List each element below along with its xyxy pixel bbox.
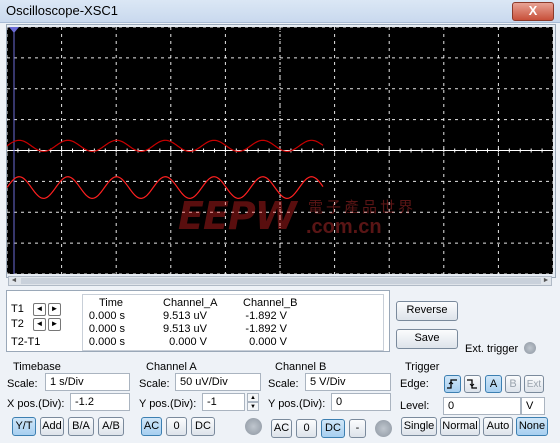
channel-b-terminal-icon[interactable] (375, 420, 392, 437)
t2-channel-b: -1.892 V (245, 323, 287, 335)
trigger-normal-button[interactable]: Normal (440, 417, 480, 436)
t2-t1-channel-b: 0.000 V (249, 336, 287, 348)
scroll-right-icon[interactable]: ► (541, 277, 551, 285)
t1-label: T1 (11, 303, 24, 315)
channel-a-ypos-label: Y pos.(Div): (139, 398, 197, 410)
t2-t1-label: T2-T1 (11, 336, 41, 348)
t2-t1-channel-a: 0.000 V (169, 336, 207, 348)
scope-screen (6, 26, 554, 275)
trigger-single-button[interactable]: Single (401, 417, 437, 436)
channel-b-ypos-field[interactable]: 0 (331, 393, 391, 411)
header-time: Time (99, 297, 124, 309)
ext-trigger-label: Ext. trigger (465, 343, 519, 355)
t1-left-arrow-icon[interactable]: ◄ (33, 303, 46, 316)
trigger-level-label: Level: (400, 400, 430, 412)
timebase-xpos-label: X pos.(Div): (7, 398, 65, 410)
trigger-falling-edge-button[interactable] (464, 375, 481, 393)
channel-a-trace (6, 176, 324, 199)
channel-a-scale-label: Scale: (139, 378, 170, 390)
channel-a-ypos-down-icon[interactable]: ▼ (247, 402, 259, 411)
trigger-rising-edge-button[interactable] (444, 375, 461, 393)
mode-yt-button[interactable]: Y/T (12, 417, 36, 436)
timebase-xpos-field[interactable]: -1.2 (70, 393, 130, 411)
t2-channel-a: 9.513 uV (162, 323, 207, 335)
trigger-level-unit[interactable]: V (521, 397, 545, 415)
t2-t1-time: 0.000 s (88, 336, 125, 348)
scroll-thumb[interactable] (21, 278, 541, 284)
t2-left-arrow-icon[interactable]: ◄ (33, 318, 46, 331)
t1-channel-b: -1.892 V (245, 310, 287, 322)
save-button[interactable]: Save (396, 329, 458, 349)
channel-a-ypos-field[interactable]: -1 (202, 393, 245, 411)
channel-a-title: Channel A (146, 361, 197, 373)
timebase-title: Timebase (13, 361, 61, 373)
channel-b-trace (6, 139, 324, 153)
channel-b-minus-button[interactable]: - (349, 419, 366, 438)
mode-a-over-b-button[interactable]: A/B (98, 417, 124, 436)
window-title: Oscilloscope-XSC1 (6, 3, 118, 18)
trigger-title: Trigger (405, 361, 440, 373)
channel-b-dc-button[interactable]: DC (321, 419, 345, 438)
rising-edge-icon (447, 379, 457, 389)
t2-right-arrow-icon[interactable]: ► (48, 318, 61, 331)
channel-a-terminal-icon[interactable] (245, 418, 262, 435)
timebase-scale-field[interactable]: 1 s/Div (45, 373, 130, 391)
close-button[interactable]: X (512, 2, 554, 21)
trigger-edge-label: Edge: (400, 378, 429, 390)
cursor-readout-panel: T1 ◄ ► T2 ◄ ► T2-T1 Time Channel_A Chann… (6, 290, 390, 352)
mode-add-button[interactable]: Add (40, 417, 64, 436)
channel-a-ac-button[interactable]: AC (141, 417, 162, 436)
title-bar: Oscilloscope-XSC1 X (0, 0, 560, 23)
mode-b-over-a-button[interactable]: B/A (68, 417, 94, 436)
channel-b-scale-field[interactable]: 5 V/Div (305, 373, 391, 391)
time-scrollbar[interactable]: ◄ ► (8, 276, 552, 286)
t2-time: 0.000 s (88, 323, 125, 335)
t2-label: T2 (11, 318, 24, 330)
trigger-source-a-button[interactable]: A (485, 375, 502, 393)
t1-channel-a: 9.513 uV (162, 310, 207, 322)
channel-b-scale-label: Scale: (268, 378, 299, 390)
channel-a-dc-button[interactable]: DC (191, 417, 215, 436)
falling-edge-icon (467, 379, 477, 389)
scroll-left-icon[interactable]: ◄ (9, 277, 19, 285)
trigger-auto-button[interactable]: Auto (483, 417, 513, 436)
readout-table: Time Channel_A Channel_B 0.000 s 9.513 u… (82, 294, 384, 351)
trigger-source-b-button[interactable]: B (505, 375, 521, 393)
channel-b-title: Channel B (275, 361, 327, 373)
channel-b-ac-button[interactable]: AC (271, 419, 292, 438)
channel-a-ypos-up-icon[interactable]: ▲ (247, 393, 259, 402)
trigger-level-field[interactable]: 0 (443, 397, 521, 415)
channel-b-ypos-label: Y pos.(Div): (268, 398, 326, 410)
reverse-button[interactable]: Reverse (396, 301, 458, 321)
ext-trigger-terminal-icon[interactable] (524, 342, 536, 354)
trigger-none-button[interactable]: None (516, 417, 548, 436)
header-channel-b: Channel_B (243, 297, 298, 309)
t1-time: 0.000 s (88, 310, 125, 322)
t1-right-arrow-icon[interactable]: ► (48, 303, 61, 316)
timebase-scale-label: Scale: (7, 378, 38, 390)
channel-a-zero-button[interactable]: 0 (166, 417, 187, 436)
channel-b-zero-button[interactable]: 0 (296, 419, 317, 438)
channel-a-scale-field[interactable]: 50 uV/Div (175, 373, 261, 391)
header-channel-a: Channel_A (163, 297, 218, 309)
waveform-display (6, 26, 554, 275)
trigger-source-ext-button[interactable]: Ext (524, 375, 544, 393)
